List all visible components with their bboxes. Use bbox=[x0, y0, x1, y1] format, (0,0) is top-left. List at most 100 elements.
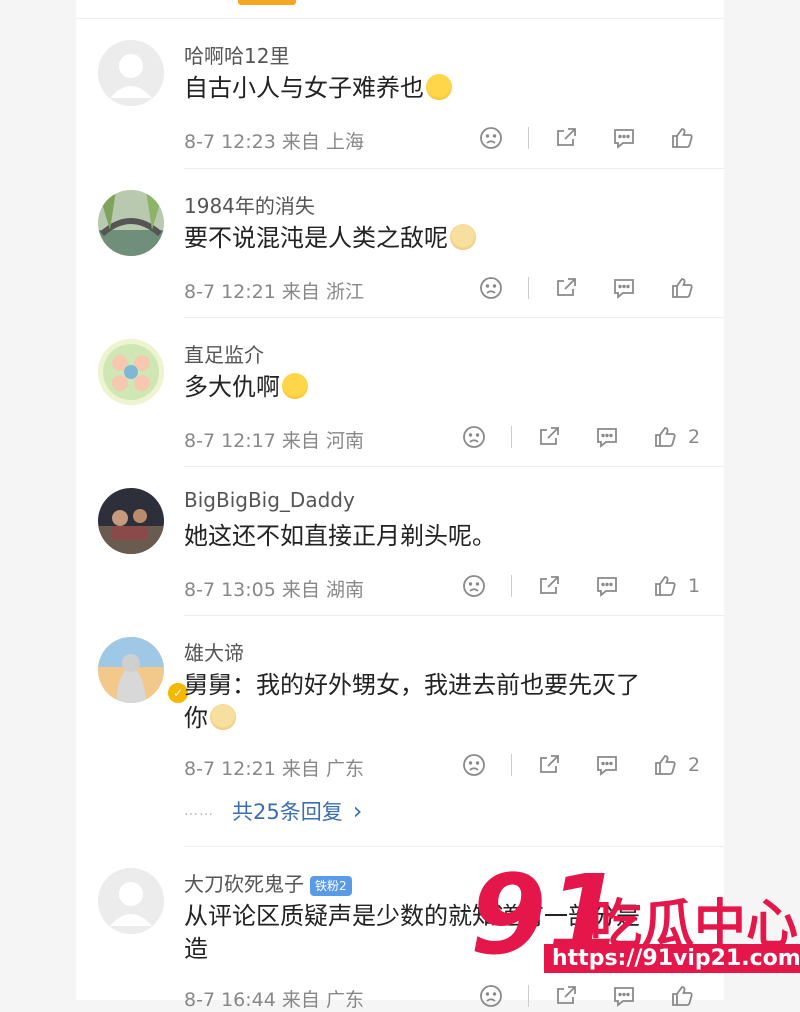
frown-icon bbox=[463, 754, 485, 776]
avatar[interactable] bbox=[98, 190, 164, 256]
comment-text: 自古小人与女子难养也 bbox=[184, 72, 694, 105]
reply-button[interactable] bbox=[594, 424, 620, 450]
comment-icon bbox=[614, 129, 634, 149]
doge-emoji-icon bbox=[450, 224, 476, 250]
frown-icon bbox=[463, 575, 485, 597]
fan-badge: 铁粉2 bbox=[310, 875, 352, 896]
comment-text-line: 从评论区质疑声是少数的 bbox=[184, 902, 448, 930]
laugh-emoji-icon bbox=[282, 373, 308, 399]
share-icon bbox=[540, 755, 559, 773]
comment-item: 1984年的消失 要不说混沌是人类之敌呢 8-7 12:21 来自 浙江 bbox=[76, 150, 724, 320]
watermark-url: https://91vip21.com bbox=[544, 944, 800, 973]
divider bbox=[511, 575, 512, 597]
username[interactable]: 1984年的消失 bbox=[184, 190, 315, 219]
dislike-button[interactable] bbox=[461, 752, 487, 778]
thumbs-up-icon bbox=[655, 576, 676, 596]
chevron-right-icon: › bbox=[352, 797, 363, 825]
timestamp: 8-7 12:21 bbox=[184, 758, 276, 780]
like-button[interactable]: 1 bbox=[652, 573, 700, 599]
location: 广东 bbox=[325, 989, 364, 1011]
comment-text-content: 多大仇啊 bbox=[184, 373, 280, 401]
comment-icon bbox=[597, 428, 617, 448]
username[interactable]: 直足监介 bbox=[184, 339, 264, 368]
share-button[interactable] bbox=[536, 752, 562, 778]
comment-item: 哈啊哈12里 自古小人与女子难养也 8-7 12:23 来自 上海 bbox=[76, 0, 724, 170]
from-label: 来自 bbox=[281, 989, 320, 1011]
like-button[interactable] bbox=[669, 275, 705, 301]
comment-actions: 1 bbox=[461, 573, 700, 599]
thumbs-up-icon bbox=[655, 755, 676, 775]
username[interactable]: BigBigBig_Daddy bbox=[184, 488, 355, 512]
reply-button[interactable] bbox=[594, 573, 620, 599]
avatar[interactable] bbox=[98, 868, 164, 934]
dislike-button[interactable] bbox=[461, 573, 487, 599]
reply-button[interactable] bbox=[611, 125, 637, 151]
share-icon bbox=[540, 576, 559, 594]
comment-actions: 2 bbox=[461, 752, 700, 778]
comment-item: ✓ 雄大谛 舅舅：我的好外甥女，我进去前也要先灭了 你 8-7 12:21 来自… bbox=[76, 597, 724, 847]
comment-text: 要不说混沌是人类之敌呢 bbox=[184, 222, 694, 255]
comment-actions: 2 bbox=[461, 424, 700, 450]
comment-actions bbox=[478, 275, 705, 301]
dislike-button[interactable] bbox=[461, 424, 487, 450]
timestamp: 8-7 16:44 bbox=[184, 989, 276, 1011]
from-label: 来自 bbox=[281, 758, 320, 780]
share-button[interactable] bbox=[536, 573, 562, 599]
frown-icon bbox=[480, 127, 502, 149]
comment-text-content: 要不说混沌是人类之敌呢 bbox=[184, 224, 448, 252]
like-button[interactable]: 2 bbox=[652, 752, 700, 778]
comment-text: 多大仇啊 bbox=[184, 371, 694, 404]
username[interactable]: 哈啊哈12里 bbox=[184, 40, 289, 69]
location: 广东 bbox=[325, 758, 364, 780]
divider bbox=[511, 426, 512, 448]
replies-label: 共25条回复 bbox=[232, 800, 343, 824]
username-text: 大刀砍死鬼子 bbox=[184, 872, 304, 896]
like-count: 2 bbox=[688, 426, 701, 448]
doge-emoji-icon bbox=[210, 704, 236, 730]
comment-text: 舅舅：我的好外甥女，我进去前也要先灭了 你 bbox=[184, 669, 694, 735]
share-button[interactable] bbox=[553, 125, 579, 151]
divider bbox=[511, 754, 512, 776]
like-button[interactable]: 2 bbox=[652, 424, 700, 450]
comment-text-content: 自古小人与女子难养也 bbox=[184, 74, 424, 102]
avatar[interactable] bbox=[98, 40, 164, 106]
username[interactable]: 大刀砍死鬼子 铁粉2 bbox=[184, 868, 352, 897]
frown-icon bbox=[463, 426, 485, 448]
frown-icon bbox=[480, 277, 502, 299]
reply-button[interactable] bbox=[611, 275, 637, 301]
like-count: 1 bbox=[688, 575, 701, 597]
watermark: 91 吃瓜中心 https://91vip21.com bbox=[470, 860, 800, 990]
avatar[interactable] bbox=[98, 488, 164, 554]
comment-meta: 8-7 16:44 来自 广东 bbox=[184, 985, 364, 1012]
comment-item: 直足监介 多大仇啊 8-7 12:17 来自 河南 2 bbox=[76, 299, 724, 469]
share-icon bbox=[557, 128, 576, 146]
comment-text-line: 舅舅：我的好外甥女，我进去前也要先灭了 bbox=[184, 671, 640, 699]
comment-text-content: 她这还不如直接正月剃头呢。 bbox=[184, 522, 496, 550]
comment-meta: 8-7 12:21 来自 广东 bbox=[184, 754, 364, 781]
replies-dots: …… bbox=[184, 803, 214, 819]
comment-item: BigBigBig_Daddy 她这还不如直接正月剃头呢。 8-7 13:05 … bbox=[76, 448, 724, 618]
view-replies-link[interactable]: …… 共25条回复 › bbox=[184, 796, 362, 826]
grin-emoji-icon bbox=[426, 74, 452, 100]
like-count: 2 bbox=[688, 754, 701, 776]
username[interactable]: 雄大谛 bbox=[184, 637, 244, 666]
avatar[interactable] bbox=[98, 637, 164, 703]
comment-icon bbox=[597, 577, 617, 597]
like-button[interactable] bbox=[669, 125, 705, 151]
share-button[interactable] bbox=[553, 275, 579, 301]
share-button[interactable] bbox=[536, 424, 562, 450]
thumbs-up-icon bbox=[655, 427, 676, 447]
avatar[interactable] bbox=[98, 339, 164, 405]
dislike-button[interactable] bbox=[478, 275, 504, 301]
comment-text-line: 你 bbox=[184, 704, 208, 732]
share-icon bbox=[557, 278, 576, 296]
comment-icon bbox=[597, 756, 617, 776]
divider bbox=[528, 277, 529, 299]
thumbs-up-icon bbox=[672, 128, 693, 148]
share-icon bbox=[540, 427, 559, 445]
comment-text: 她这还不如直接正月剃头呢。 bbox=[184, 520, 694, 553]
dislike-button[interactable] bbox=[478, 125, 504, 151]
reply-button[interactable] bbox=[594, 752, 620, 778]
thumbs-up-icon bbox=[672, 278, 693, 298]
comment-actions bbox=[478, 125, 705, 151]
